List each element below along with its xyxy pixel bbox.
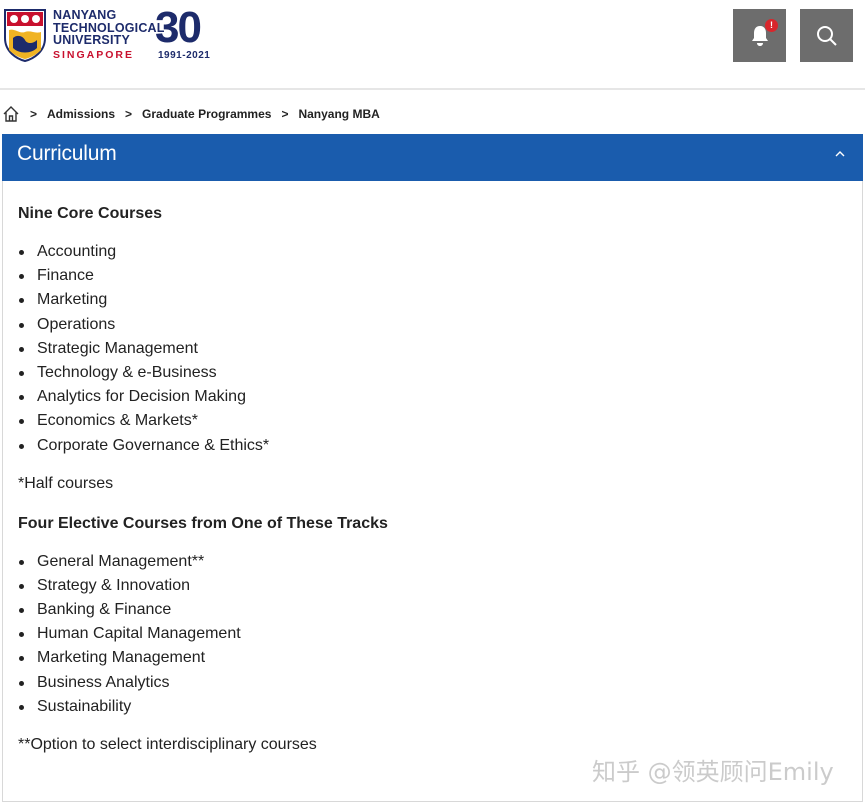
elective-tracks-list: General Management** Strategy & Innovati…	[18, 550, 838, 719]
logo-line-4: SINGAPORE	[53, 48, 135, 61]
breadcrumb-admissions[interactable]: Admissions	[47, 107, 115, 121]
list-item: Human Capital Management	[18, 622, 838, 646]
list-item: Marketing	[18, 288, 838, 312]
search-button[interactable]	[800, 9, 853, 62]
breadcrumb-graduate-programmes[interactable]: Graduate Programmes	[142, 107, 271, 121]
list-item: Strategy & Innovation	[18, 574, 838, 598]
watermark: 知乎 @领英顾问Emily	[592, 758, 834, 786]
list-item: Sustainability	[18, 695, 838, 719]
curriculum-accordion-header[interactable]: Curriculum	[2, 134, 863, 181]
list-item: Analytics for Decision Making	[18, 385, 838, 409]
list-item: Accounting	[18, 240, 838, 264]
elective-courses-title: Four Elective Courses from One of These …	[18, 514, 388, 532]
list-item: Strategic Management	[18, 337, 838, 361]
anniversary-years: 1991-2021	[158, 50, 211, 61]
list-item: Banking & Finance	[18, 598, 838, 622]
notification-badge: !	[765, 19, 778, 32]
curriculum-content: Nine Core Courses Accounting Finance Mar…	[18, 200, 838, 759]
breadcrumb-separator: >	[125, 107, 133, 121]
breadcrumb-separator: >	[281, 107, 289, 121]
breadcrumb-separator: >	[30, 107, 38, 121]
list-item: Marketing Management	[18, 646, 838, 670]
university-name: NANYANG TECHNOLOGICAL UNIVERSITY SINGAPO…	[53, 9, 165, 61]
list-item: Finance	[18, 264, 838, 288]
site-header: NANYANG TECHNOLOGICAL UNIVERSITY SINGAPO…	[0, 0, 865, 90]
ntu-logo[interactable]: NANYANG TECHNOLOGICAL UNIVERSITY SINGAPO…	[3, 4, 215, 64]
core-courses-list: Accounting Finance Marketing Operations …	[18, 240, 838, 458]
breadcrumb-nanyang-mba[interactable]: Nanyang MBA	[298, 107, 379, 121]
chevron-up-icon[interactable]	[833, 147, 847, 161]
breadcrumb: > Admissions > Graduate Programmes > Nan…	[0, 100, 380, 128]
list-item: Business Analytics	[18, 671, 838, 695]
ntu-crest-icon	[4, 9, 46, 62]
home-icon[interactable]	[2, 105, 20, 123]
notifications-button[interactable]: !	[733, 9, 786, 62]
list-item: Operations	[18, 313, 838, 337]
accordion-title: Curriculum	[17, 142, 117, 165]
list-item: Corporate Governance & Ethics*	[18, 434, 838, 458]
list-item: Technology & e-Business	[18, 361, 838, 385]
core-courses-title: Nine Core Courses	[18, 205, 163, 222]
list-item: General Management**	[18, 550, 838, 574]
list-item: Economics & Markets*	[18, 409, 838, 433]
search-icon	[816, 25, 837, 46]
half-courses-note: *Half courses	[18, 474, 114, 492]
anniversary-number: 30	[155, 3, 202, 52]
logo-line-3: UNIVERSITY	[53, 33, 131, 47]
